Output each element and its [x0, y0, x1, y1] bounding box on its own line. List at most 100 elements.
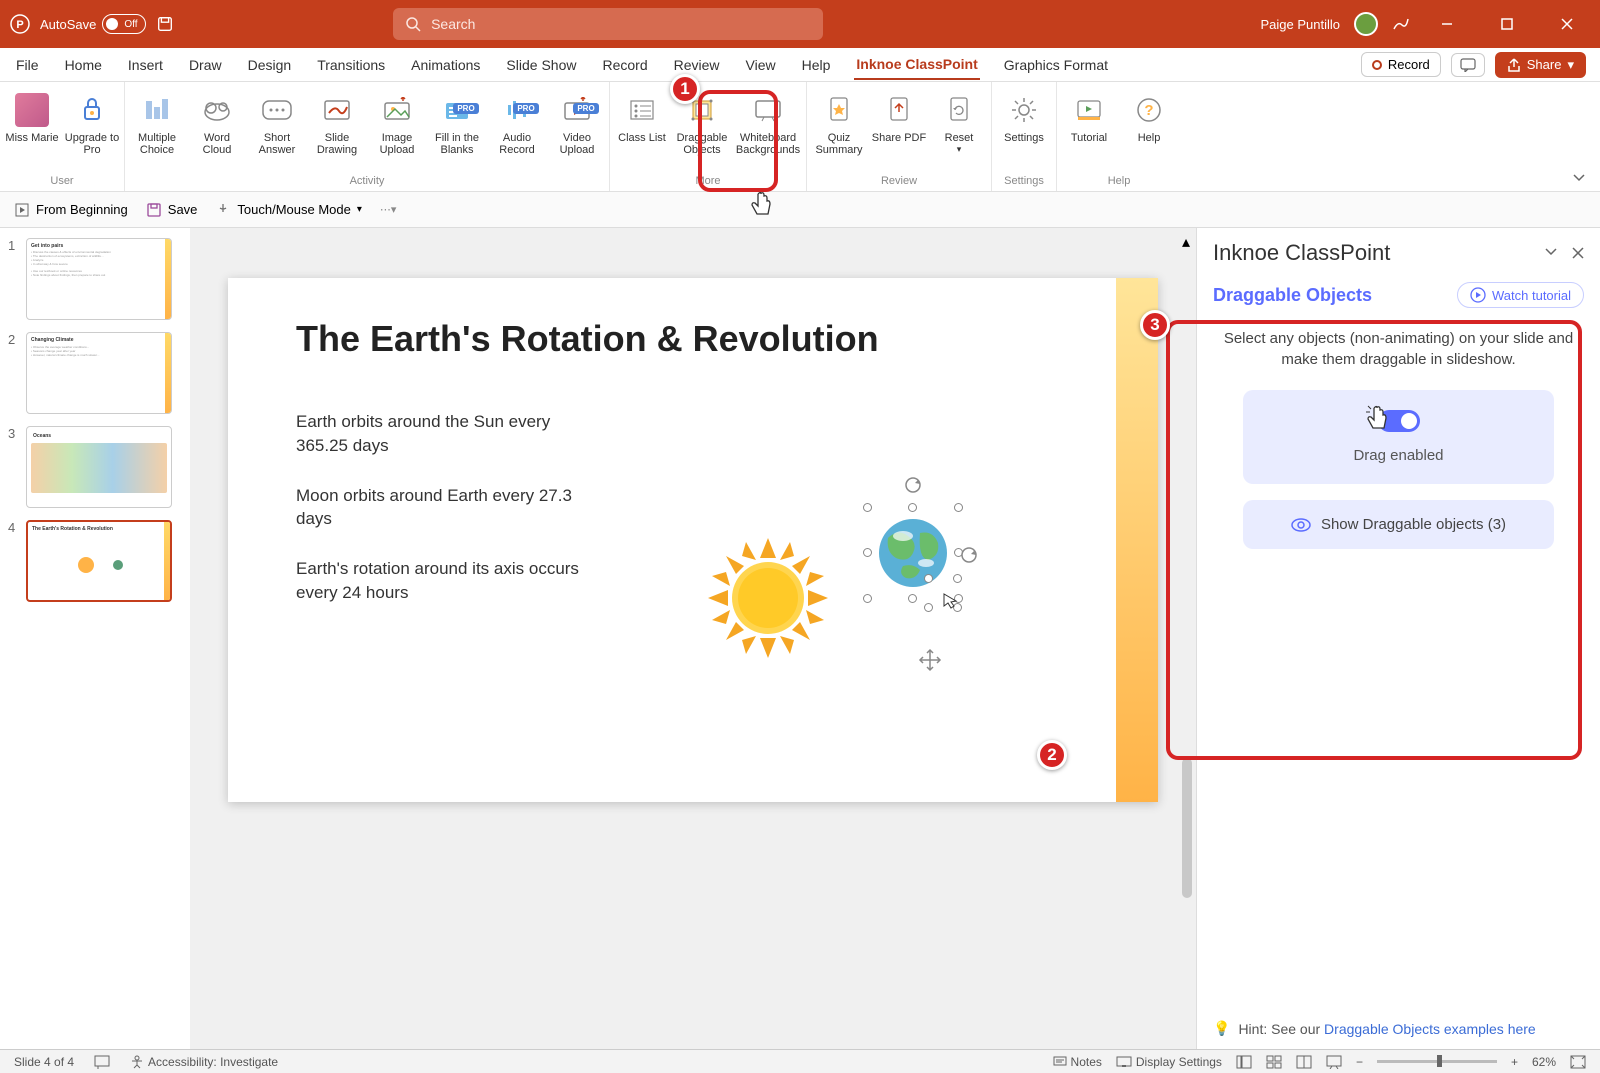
- ribbon-multiple-choice[interactable]: Multiple Choice: [129, 88, 185, 173]
- tab-help[interactable]: Help: [800, 51, 833, 79]
- ribbon-slide-drawing[interactable]: Slide Drawing: [309, 88, 365, 173]
- user-avatar[interactable]: [1354, 12, 1378, 36]
- eye-icon: [1291, 518, 1311, 532]
- search-placeholder: Search: [431, 16, 475, 32]
- rotate-handle-icon[interactable]: [904, 476, 922, 494]
- quickbar-overflow-icon[interactable]: ⋯▾: [380, 203, 397, 216]
- tab-file[interactable]: File: [14, 51, 41, 79]
- chevron-down-icon: ▾: [957, 144, 962, 155]
- statusbar: Slide 4 of 4 Accessibility: Investigate …: [0, 1049, 1600, 1073]
- display-settings-button[interactable]: Display Settings: [1116, 1055, 1222, 1069]
- ribbon-miss-marie[interactable]: Miss Marie: [4, 88, 60, 173]
- ribbon-class-list[interactable]: Class List: [614, 88, 670, 173]
- chevron-down-icon[interactable]: [1544, 247, 1558, 259]
- tab-record[interactable]: Record: [600, 51, 649, 79]
- tab-slideshow[interactable]: Slide Show: [504, 51, 578, 79]
- thumbnail-1[interactable]: Get into pairs• Discuss the causes & eff…: [26, 238, 172, 320]
- hand-cursor-icon: [748, 190, 774, 220]
- titlebar: P AutoSave Off Search Paige Puntillo: [0, 0, 1600, 48]
- slide-text-2[interactable]: Moon orbits around Earth every 27.3 days: [296, 484, 586, 532]
- ribbon-group-settings: Settings Settings: [992, 82, 1057, 191]
- slide-text-1[interactable]: Earth orbits around the Sun every 365.25…: [296, 410, 586, 458]
- tab-graphics-format[interactable]: Graphics Format: [1002, 51, 1110, 79]
- secondary-selection[interactable]: [928, 578, 958, 608]
- sorter-view-icon[interactable]: [1266, 1055, 1282, 1069]
- close-icon[interactable]: [1572, 247, 1584, 259]
- ribbon-help[interactable]: ?Help: [1121, 88, 1177, 173]
- hint-link[interactable]: Draggable Objects examples here: [1324, 1021, 1536, 1037]
- notes-icon: [1053, 1056, 1067, 1068]
- tab-view[interactable]: View: [744, 51, 778, 79]
- tab-draw[interactable]: Draw: [187, 51, 224, 79]
- tab-insert[interactable]: Insert: [126, 51, 165, 79]
- notes-button[interactable]: Notes: [1053, 1055, 1102, 1069]
- scroll-up-icon[interactable]: ▴: [1182, 232, 1190, 252]
- ribbon-video-upload[interactable]: PROVideo Upload: [549, 88, 605, 173]
- accessibility-button[interactable]: Accessibility: Investigate: [130, 1055, 278, 1069]
- ribbon-share-pdf[interactable]: Share PDF: [871, 88, 927, 173]
- zoom-out-button[interactable]: −: [1356, 1055, 1363, 1069]
- chevron-down-icon: ▾: [357, 204, 362, 215]
- save-button[interactable]: Save: [146, 202, 198, 218]
- close-button[interactable]: [1544, 4, 1590, 44]
- ribbon-quiz-summary[interactable]: Quiz Summary: [811, 88, 867, 173]
- maximize-button[interactable]: [1484, 4, 1530, 44]
- sidepanel-title: Inknoe ClassPoint: [1213, 240, 1390, 266]
- touch-mode-button[interactable]: Touch/Mouse Mode ▾: [215, 202, 361, 218]
- fit-to-window-icon[interactable]: [1570, 1055, 1586, 1069]
- ribbon-upgrade-pro[interactable]: Upgrade to Pro: [64, 88, 120, 173]
- tab-design[interactable]: Design: [246, 51, 294, 79]
- slide-title[interactable]: The Earth's Rotation & Revolution: [228, 278, 1158, 360]
- ink-icon[interactable]: [1392, 15, 1410, 33]
- tab-inknoe-classpoint[interactable]: Inknoe ClassPoint: [854, 50, 979, 80]
- hint-row: 💡 Hint: See our Draggable Objects exampl…: [1197, 1008, 1600, 1049]
- ribbon-image-upload[interactable]: Image Upload: [369, 88, 425, 173]
- slide-counter[interactable]: Slide 4 of 4: [14, 1055, 74, 1069]
- normal-view-icon[interactable]: [1236, 1055, 1252, 1069]
- zoom-slider[interactable]: [1377, 1060, 1497, 1063]
- reading-view-icon[interactable]: [1296, 1055, 1312, 1069]
- tab-home[interactable]: Home: [63, 51, 104, 79]
- slide-body: Earth orbits around the Sun every 365.25…: [228, 360, 1158, 605]
- callout-2: 2: [1037, 740, 1067, 770]
- sun-graphic[interactable]: [708, 538, 828, 658]
- search-input[interactable]: Search: [393, 8, 823, 40]
- ribbon-audio-record[interactable]: PROAudio Record: [489, 88, 545, 173]
- ribbon-group-help: Tutorial ?Help Help: [1057, 82, 1181, 191]
- slide[interactable]: The Earth's Rotation & Revolution Earth …: [228, 278, 1158, 802]
- ribbon-reset[interactable]: Reset▾: [931, 88, 987, 173]
- tab-animations[interactable]: Animations: [409, 51, 482, 79]
- lightbulb-icon: 💡: [1213, 1020, 1230, 1037]
- play-circle-icon: [1470, 287, 1486, 303]
- zoom-in-button[interactable]: +: [1511, 1055, 1518, 1069]
- from-beginning-button[interactable]: From Beginning: [14, 202, 128, 218]
- search-icon: [405, 16, 421, 32]
- ribbon-whiteboard[interactable]: Whiteboard Backgrounds: [734, 88, 802, 173]
- thumbnail-2[interactable]: Changing Climate• Observe the average we…: [26, 332, 172, 414]
- ribbon-collapse-icon[interactable]: [1572, 173, 1586, 183]
- ribbon-short-answer[interactable]: Short Answer: [249, 88, 305, 173]
- comment-button[interactable]: [1451, 53, 1485, 77]
- refresh-icon[interactable]: [960, 546, 978, 564]
- thumbnail-3[interactable]: Oceans: [26, 426, 172, 508]
- slideshow-view-icon[interactable]: [1326, 1055, 1342, 1069]
- tab-transitions[interactable]: Transitions: [315, 51, 387, 79]
- thumbnail-4[interactable]: The Earth's Rotation & Revolution: [26, 520, 172, 602]
- spellcheck-icon[interactable]: [94, 1055, 110, 1069]
- record-button[interactable]: Record: [1361, 52, 1441, 77]
- autosave-toggle[interactable]: Off: [102, 14, 146, 34]
- ribbon-word-cloud[interactable]: Word Cloud: [189, 88, 245, 173]
- ribbon-tutorial[interactable]: Tutorial: [1061, 88, 1117, 173]
- slide-canvas-area[interactable]: ▴ The Earth's Rotation & Revolution Eart…: [190, 228, 1196, 1049]
- share-button[interactable]: Share▾: [1495, 52, 1586, 78]
- minimize-button[interactable]: [1424, 4, 1470, 44]
- vertical-scrollbar[interactable]: [1182, 758, 1192, 898]
- user-name[interactable]: Paige Puntillo: [1260, 17, 1340, 32]
- slide-text-3[interactable]: Earth's rotation around its axis occurs …: [296, 557, 586, 605]
- save-icon[interactable]: [156, 15, 174, 33]
- ribbon-settings[interactable]: Settings: [996, 88, 1052, 173]
- watch-tutorial-button[interactable]: Watch tutorial: [1457, 282, 1584, 308]
- show-draggable-button[interactable]: Show Draggable objects (3): [1243, 500, 1554, 549]
- zoom-level[interactable]: 62%: [1532, 1055, 1556, 1069]
- ribbon-fill-blanks[interactable]: PROFill in the Blanks: [429, 88, 485, 173]
